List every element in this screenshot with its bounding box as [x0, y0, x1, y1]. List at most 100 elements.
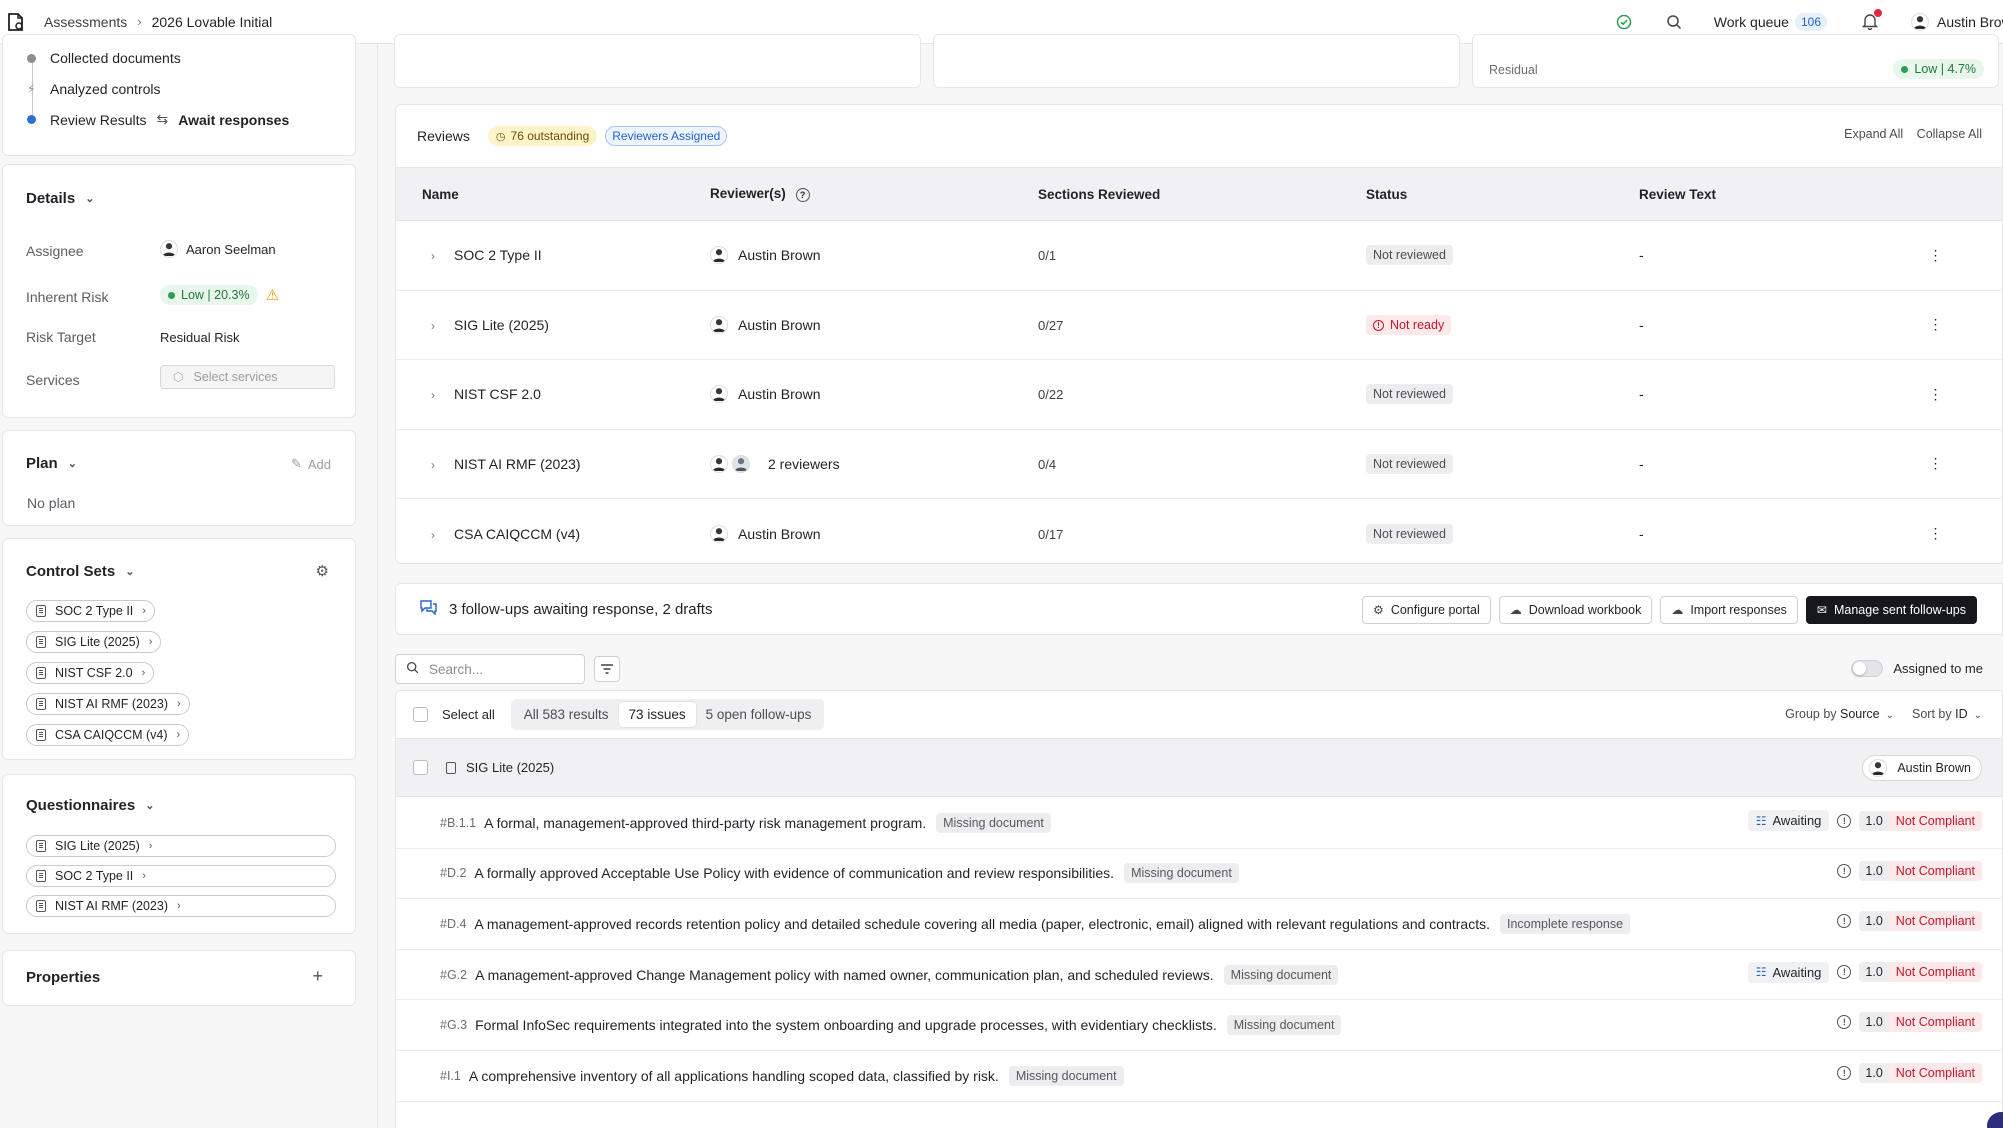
add-plan-button[interactable]: ✎ Add [291, 456, 331, 472]
followups-actions: ⚙ Configure portal ☁ Download workbook ☁ Im… [1354, 596, 1977, 624]
reviewer-cell[interactable]: Austin Brown [710, 385, 1038, 404]
table-row[interactable]: › NIST CSF 2.0 Austin Brown 0/22 Not revi… [396, 359, 2002, 430]
review-name: NIST CSF 2.0 [454, 386, 541, 403]
questionnaire-chip[interactable]: NIST AI RMF (2023) › [26, 895, 336, 917]
plan-toggle[interactable]: Plan ⌄ [26, 455, 77, 472]
info-icon[interactable]: ! [1837, 914, 1852, 929]
user-menu[interactable]: Austin Brown [1911, 13, 2003, 31]
reviewer-name: Austin Brown [738, 316, 821, 333]
awaiting-badge[interactable]: ☷ Awaiting [1747, 961, 1830, 983]
assigned-to-me-toggle[interactable]: Assigned to me [1851, 660, 1983, 677]
tab-issues[interactable]: 73 issues [618, 702, 696, 727]
plus-icon[interactable]: + [312, 966, 323, 987]
gear-icon[interactable]: ⚙ [316, 562, 329, 580]
control-set-chip[interactable]: NIST AI RMF (2023) › [26, 693, 190, 715]
questionnaires-toggle[interactable]: Questionnaires ⌄ [26, 797, 154, 814]
toggle-switch[interactable] [1851, 660, 1884, 677]
table-row[interactable]: › CSA CAIQCCM (v4) Austin Brown 0/17 Not … [396, 499, 2002, 569]
chevron-right-icon[interactable]: › [420, 388, 446, 402]
assignee-value[interactable]: Aaron Seelman [160, 240, 276, 258]
column-header[interactable]: Name [396, 167, 710, 221]
expand-all-button[interactable]: Expand All [1844, 127, 1903, 141]
check-circle-icon[interactable] [1614, 12, 1634, 32]
main-content: Residual Low | 4.7% Reviews ◷ 76 outstand… [378, 34, 2003, 1128]
more-vertical-icon[interactable]: ⋮ [1869, 499, 2002, 569]
control-set-chip[interactable]: SIG Lite (2025) › [26, 631, 162, 653]
chevron-right-icon[interactable]: › [420, 528, 446, 542]
chevron-down-icon: ⌄ [1973, 710, 1982, 721]
questionnaire-icon [36, 900, 46, 912]
followups-bar: 3 follow-ups awaiting response, 2 drafts… [395, 583, 2003, 635]
control-set-chip[interactable]: SOC 2 Type II › [26, 600, 155, 622]
collapse-all-button[interactable]: Collapse All [1917, 127, 1982, 141]
details-toggle[interactable]: Details ⌄ [26, 190, 94, 207]
services-select[interactable]: ⬡ Select services [160, 365, 335, 389]
sort-by-dropdown[interactable]: Sort by ID ⌄ [1912, 707, 1982, 721]
reviewer-cell[interactable]: Austin Brown [710, 246, 1038, 265]
chevron-right-icon[interactable]: › [420, 458, 446, 472]
info-icon[interactable]: ! [1837, 813, 1852, 828]
more-vertical-icon[interactable]: ⋮ [1869, 290, 2002, 360]
risk-target-value[interactable]: Residual Risk [160, 330, 239, 345]
filter-button[interactable] [594, 656, 620, 682]
list-item[interactable]: #I.1 A comprehensive inventory of all app… [396, 1051, 2002, 1102]
list-item[interactable]: #D.4 A management-approved records retent… [396, 899, 2002, 950]
group-checkbox[interactable] [413, 760, 428, 775]
manage-sent-followups-button[interactable]: ✉ Manage sent follow-ups [1805, 596, 1977, 624]
awaiting-badge[interactable]: ☷ Awaiting [1747, 810, 1830, 831]
reviewer-cell[interactable]: Austin Brown [710, 315, 1038, 334]
app-logo-icon[interactable] [6, 12, 26, 32]
gear-icon: ⚙ [1373, 603, 1384, 617]
select-all-checkbox[interactable] [413, 707, 428, 722]
questionnaire-chip[interactable]: SOC 2 Type II › [26, 865, 336, 887]
search-icon[interactable] [1664, 12, 1684, 32]
group-header-row[interactable]: SIG Lite (2025) Austin Brown [396, 739, 2002, 797]
residual-card: Residual Low | 4.7% [1472, 34, 1999, 88]
warning-icon[interactable]: ⚠ [266, 286, 279, 304]
chevron-right-icon[interactable]: › [420, 319, 446, 333]
outstanding-badge: ◷ 76 outstanding [487, 126, 598, 146]
tab-open-followups[interactable]: 5 open follow-ups [696, 702, 822, 727]
list-item[interactable]: #D.2 A formally approved Acceptable Use P… [396, 849, 2002, 900]
table-row[interactable]: › SOC 2 Type II Austin Brown 0/1 Not revi… [396, 220, 2002, 291]
group-assignee[interactable]: Austin Brown [1862, 755, 1982, 781]
chevron-right-icon[interactable]: › [420, 249, 446, 263]
more-vertical-icon[interactable]: ⋮ [1869, 359, 2002, 430]
more-vertical-icon[interactable]: ⋮ [1869, 429, 2002, 499]
breadcrumb-assessments[interactable]: Assessments [44, 14, 127, 30]
control-set-chip[interactable]: CSA CAIQCCM (v4) › [26, 724, 190, 746]
configure-portal-button[interactable]: ⚙ Configure portal [1362, 596, 1491, 624]
table-row[interactable]: › SIG Lite (2025) Austin Brown 0/27 ! Not … [396, 290, 2002, 360]
questionnaire-chip[interactable]: SIG Lite (2025) › [26, 835, 336, 857]
bell-icon[interactable] [1861, 9, 1882, 32]
reviewer-cell[interactable]: 2 reviewers [710, 454, 1038, 473]
avatar [710, 246, 728, 265]
work-queue-button[interactable]: Work queue 106 [1714, 13, 1827, 31]
info-icon[interactable]: ! [1837, 1066, 1852, 1080]
list-item[interactable] [396, 1102, 2002, 1128]
summary-card [394, 34, 921, 88]
info-icon[interactable]: ! [1837, 965, 1852, 980]
group-by-dropdown[interactable]: Group by Source ⌄ [1785, 707, 1894, 721]
tab-all-results[interactable]: All 583 results [514, 702, 619, 727]
reviewers-assigned-badge[interactable]: Reviewers Assigned [605, 126, 728, 146]
control-set-chip[interactable]: NIST CSF 2.0 › [26, 662, 155, 684]
import-responses-button[interactable]: ☁ Import responses [1660, 596, 1798, 624]
reviewer-cell[interactable]: Austin Brown [710, 524, 1038, 543]
chevron-right-icon: › [177, 698, 181, 710]
info-icon[interactable]: ! [1837, 863, 1852, 878]
table-row[interactable]: › NIST AI RMF (2023) 2 reviewers 0/4 Not … [396, 429, 2002, 499]
dropdown-value: ID [1955, 707, 1968, 721]
list-item[interactable]: #B.1.1 A formal, management-approved thir… [396, 798, 2002, 849]
control-sets-toggle[interactable]: Control Sets ⌄ [26, 563, 134, 580]
search-input[interactable]: Search... [395, 654, 585, 684]
select-all-label[interactable]: Select all [442, 707, 495, 722]
info-icon[interactable]: ! [1837, 1015, 1852, 1030]
chat-bubbles-icon [420, 599, 437, 619]
issue-id: #D.4 [440, 916, 467, 931]
help-circle-icon[interactable]: ? [795, 188, 810, 202]
more-vertical-icon[interactable]: ⋮ [1869, 220, 2002, 291]
list-item[interactable]: #G.3 Formal InfoSec requirements integrat… [396, 1000, 2002, 1051]
list-item[interactable]: #G.2 A management-approved Change Managem… [396, 950, 2002, 1001]
download-workbook-button[interactable]: ☁ Download workbook [1498, 596, 1653, 624]
